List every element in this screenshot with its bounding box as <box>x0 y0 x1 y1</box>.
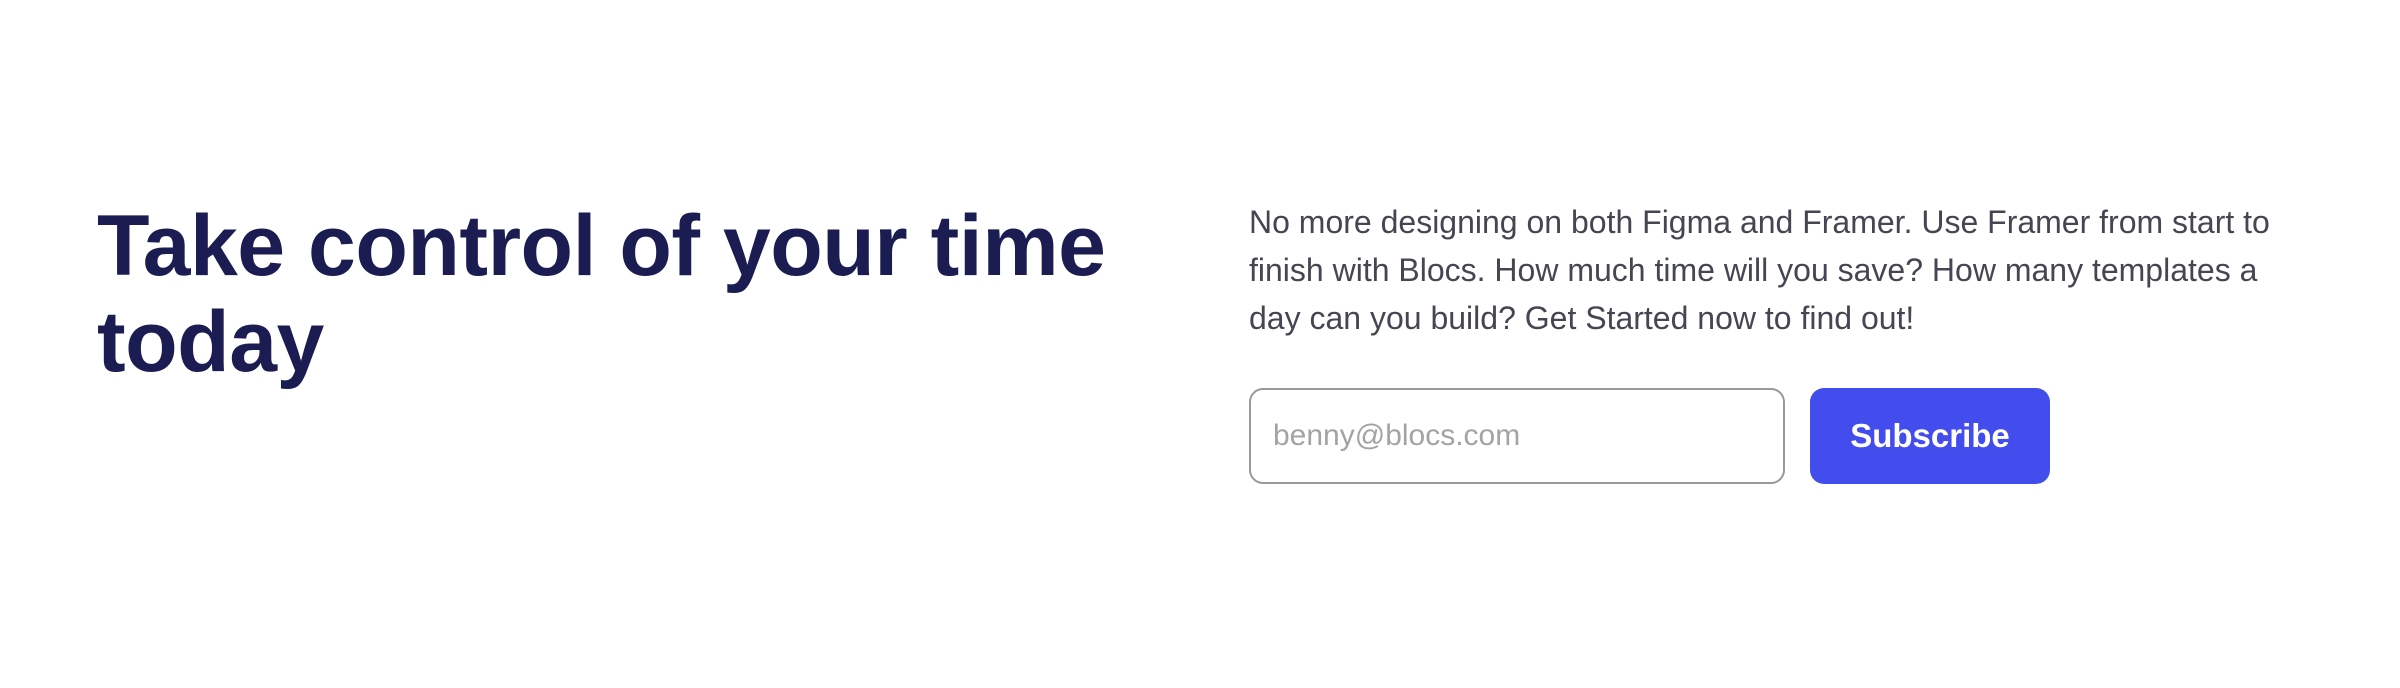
cta-section: Take control of your time today No more … <box>0 0 2400 688</box>
cta-content: No more designing on both Figma and Fram… <box>1249 198 2329 484</box>
cta-description: No more designing on both Figma and Fram… <box>1249 204 2270 336</box>
email-input[interactable] <box>1249 388 1785 484</box>
cta-heading: Take control of your time today <box>97 198 1106 390</box>
subscribe-form: Subscribe <box>1249 388 2329 484</box>
subscribe-button[interactable]: Subscribe <box>1810 388 2050 484</box>
